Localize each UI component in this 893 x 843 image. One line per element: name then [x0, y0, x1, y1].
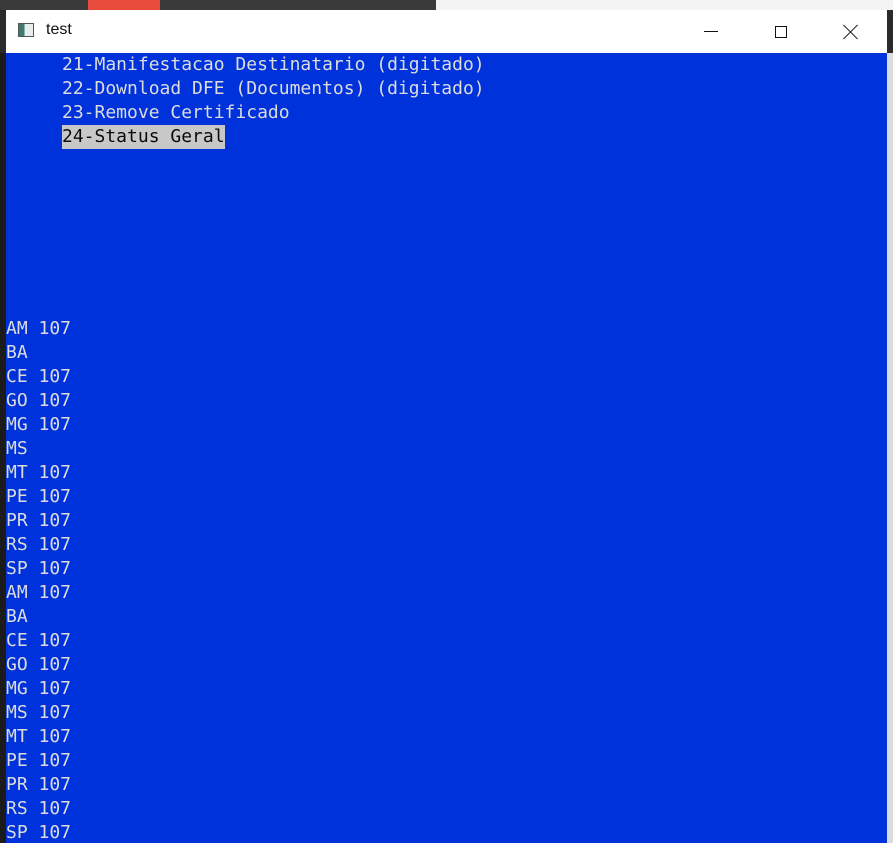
status-line: GO 107 [6, 654, 72, 675]
status-line: CE 107 [6, 630, 72, 651]
status-line: SP 107 [6, 822, 72, 843]
status-line: RS 107 [6, 798, 72, 819]
status-line: SP 107 [6, 558, 72, 579]
status-line: PE 107 [6, 486, 72, 507]
status-line: PR 107 [6, 510, 72, 531]
status-line: GO 107 [6, 390, 72, 411]
close-icon [843, 24, 859, 40]
minimize-button[interactable] [676, 10, 746, 53]
minimize-icon [704, 31, 718, 32]
menu-item-selected-row: 24-Status Geral [62, 125, 485, 149]
desktop-background-app [88, 0, 160, 10]
menu-item: 21-Manifestacao Destinatario (digitado) [62, 54, 485, 75]
status-line: MT 107 [6, 462, 72, 483]
menu-item: 23-Remove Certificado [62, 102, 290, 123]
status-line: BA [6, 342, 28, 363]
status-line: AM 107 [6, 318, 72, 339]
menu-item-selected[interactable]: 24-Status Geral [62, 125, 225, 149]
console-window[interactable]: test 21-Manifestacao Destinatario (digit… [6, 10, 887, 843]
status-line: AM 107 [6, 582, 72, 603]
window-title: test [46, 21, 72, 38]
console-output[interactable]: 21-Manifestacao Destinatario (digitado) … [6, 53, 887, 843]
status-line: MT 107 [6, 726, 72, 747]
menu-item: 22-Download DFE (Documentos) (digitado) [62, 78, 485, 99]
status-line: MS 107 [6, 702, 72, 723]
title-bar[interactable]: test [6, 10, 887, 53]
status-line: PR 107 [6, 774, 72, 795]
status-line: BA [6, 606, 28, 627]
close-button[interactable] [816, 10, 886, 53]
status-output: AM 107 BA CE 107 GO 107 MG 107 MS MT 107… [6, 317, 71, 843]
status-line: RS 107 [6, 534, 72, 555]
status-line: CE 107 [6, 366, 72, 387]
status-line: MG 107 [6, 414, 72, 435]
status-line: MS [6, 438, 28, 459]
desktop-background-window [436, 0, 893, 10]
maximize-button[interactable] [746, 10, 816, 53]
status-line: PE 107 [6, 750, 72, 771]
desktop-background-right [887, 53, 893, 843]
status-line: MG 107 [6, 678, 72, 699]
maximize-icon [775, 25, 787, 38]
menu-list: 21-Manifestacao Destinatario (digitado) … [62, 53, 485, 149]
console-app-icon [18, 23, 34, 37]
